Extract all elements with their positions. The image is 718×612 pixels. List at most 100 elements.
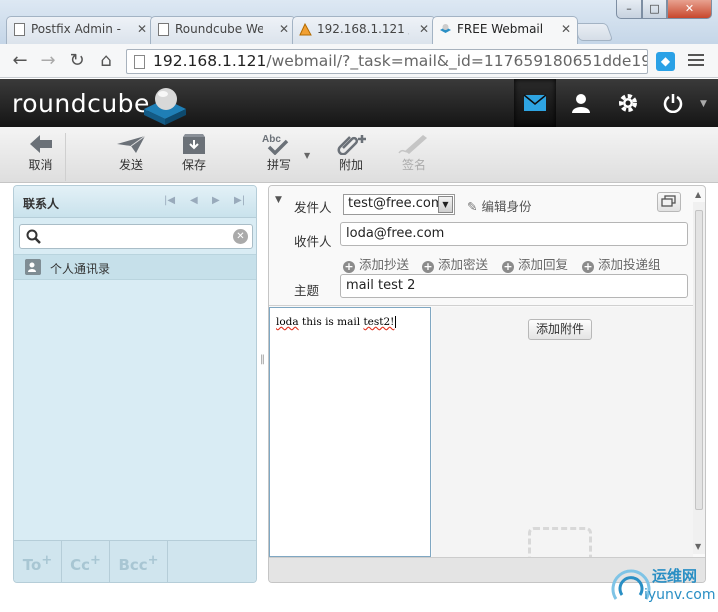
add-bcc-link[interactable]: + 添加密送 [422,254,488,273]
to-field[interactable]: loda@free.com [340,222,688,246]
settings-nav-button[interactable] [607,79,649,127]
gear-icon [619,94,637,112]
scrollbar-thumb[interactable] [695,210,703,510]
address-path: /webmail/?_task=mail&_id=117659180651dde… [266,52,648,70]
search-icon [26,229,41,244]
watermark-text: 运维网 [652,567,698,585]
contacts-header: 联系人 |◀ ◀ ▶ ▶| [14,186,256,218]
add-cc-link[interactable]: + 添加抄送 [343,254,409,273]
last-page-icon[interactable]: ▶| [234,195,245,206]
reload-icon[interactable]: ↻ [65,50,89,72]
add-bcc-link-label: 添加密送 [438,257,489,272]
watermark: 运维网 iyunv.com [608,563,718,611]
page-icon [134,55,145,69]
phpmyadmin-icon [299,23,312,36]
paper-plane-icon [117,135,146,153]
close-tab-icon[interactable]: ✕ [419,22,429,36]
popout-button[interactable] [657,192,681,212]
contacts-search-input[interactable]: ✕ [19,224,253,249]
plus-icon: + [582,260,594,273]
send-button[interactable]: 发送 [106,133,156,181]
chevron-down-icon[interactable]: ▼ [700,99,707,109]
spellcheck-icon: Abc [262,134,289,155]
cancel-button[interactable]: 取消 [16,133,66,181]
add-followup-to-link[interactable]: + 添加投递组 [582,254,661,273]
add-cc-link-label: 添加抄送 [359,257,410,272]
add-bcc-button[interactable]: Bcc+ [110,541,168,582]
next-page-icon[interactable]: ▶ [212,195,220,206]
edit-identity-link[interactable]: ✎ 编辑身份 [467,196,531,215]
scroll-down-icon[interactable]: ▼ [695,542,701,551]
maximize-button[interactable]: □ [642,0,667,19]
cancel-label: 取消 [28,158,53,172]
spellcheck-label: 拼写 [266,158,291,172]
logout-nav-button[interactable] [652,79,694,127]
add-to-button[interactable]: To+ [14,541,62,582]
signature-label: 签名 [401,158,426,172]
chevron-down-icon: ▼ [438,196,453,213]
recipient-buttons: To+ Cc+ Bcc+ [14,540,256,582]
compose-headers: ▼ 发件人 test@free.com ▼ ✎ 编辑身份 收件人 loda@fr… [269,186,693,306]
menu-icon[interactable] [688,54,704,68]
save-drawer-icon [183,134,205,154]
forward-arrow-icon[interactable]: → [36,50,60,72]
tab-title: FREE Webmail [457,22,544,36]
add-bcc-label: Bcc [118,556,148,574]
contacts-nav-button[interactable] [560,79,602,127]
address-host: 192.168.1.121 [153,52,267,70]
to-label: 收件人 [294,234,332,249]
chevron-down-icon[interactable]: ▼ [304,151,310,160]
body-text-misspelled: test2! [363,316,395,328]
compose-toolbar: 取消 发送 保存 Abc 拼写 ▼ 附加 签名 [0,127,718,183]
previous-page-icon[interactable]: ◀ [190,195,198,206]
minimize-button[interactable]: – [616,0,642,19]
add-attachment-button[interactable]: 添加附件 [528,319,592,340]
plus-icon: + [502,260,514,273]
signature-button[interactable]: 签名 [389,133,439,181]
page-icon [158,23,169,36]
address-bar[interactable]: 192.168.1.121/webmail/?_task=mail&_id=11… [126,49,648,74]
first-page-icon[interactable]: |◀ [164,195,175,206]
save-label: 保存 [181,158,206,172]
message-body-editor[interactable]: loda this is mail test2! [269,307,431,557]
close-tab-icon[interactable]: ✕ [137,22,147,36]
extension-icon[interactable]: ◆ [656,52,675,71]
clear-search-icon[interactable]: ✕ [233,229,248,244]
tab-title: Postfix Admin - [31,22,121,36]
plus-icon: + [90,553,101,568]
save-button[interactable]: 保存 [169,133,219,181]
pen-signature-icon [398,135,427,154]
close-window-button[interactable]: ✕ [667,0,712,19]
tab-title: 192.168.1.121 / [317,22,409,36]
scroll-up-icon[interactable]: ▲ [695,190,701,199]
browser-tab-roundcube[interactable]: Roundcube We ✕ [150,16,296,44]
from-select[interactable]: test@free.com ▼ [343,194,455,215]
browser-tab-postfixadmin[interactable]: Postfix Admin - ✕ [6,16,154,44]
new-tab-button[interactable] [572,23,614,41]
back-arrow-icon [29,135,52,153]
add-cc-button[interactable]: Cc+ [62,541,110,582]
roundcube-logo-icon [144,88,186,125]
attach-button[interactable]: 附加 [326,133,376,181]
close-tab-icon[interactable]: ✕ [279,22,289,36]
spellcheck-button[interactable]: Abc 拼写 [258,133,300,181]
addressbook-label: 个人通讯录 [50,262,111,276]
from-label: 发件人 [294,200,332,215]
browser-tab-phpmyadmin[interactable]: 192.168.1.121 / ✕ [292,16,436,44]
compose-scrollbar[interactable]: ▲ ▼ [693,190,705,554]
from-value: test@free.com [348,196,444,211]
home-icon[interactable]: ⌂ [94,50,118,72]
back-arrow-icon[interactable]: ← [8,50,32,72]
browser-tab-free-webmail[interactable]: FREE Webmail ✕ [432,16,578,44]
collapse-headers-icon[interactable]: ▼ [275,195,282,205]
attach-label: 附加 [338,158,363,172]
panel-splitter-handle[interactable]: ‖ [258,350,267,370]
power-icon [663,94,683,114]
add-to-label: To [22,556,42,574]
addressbook-item-personal[interactable]: 个人通讯录 [14,254,256,280]
plus-icon: + [147,553,159,568]
subject-field[interactable]: mail test 2 [340,274,688,298]
add-reply-to-link[interactable]: + 添加回复 [502,254,568,273]
close-tab-icon[interactable]: ✕ [561,22,571,36]
mail-nav-button[interactable] [514,79,556,127]
